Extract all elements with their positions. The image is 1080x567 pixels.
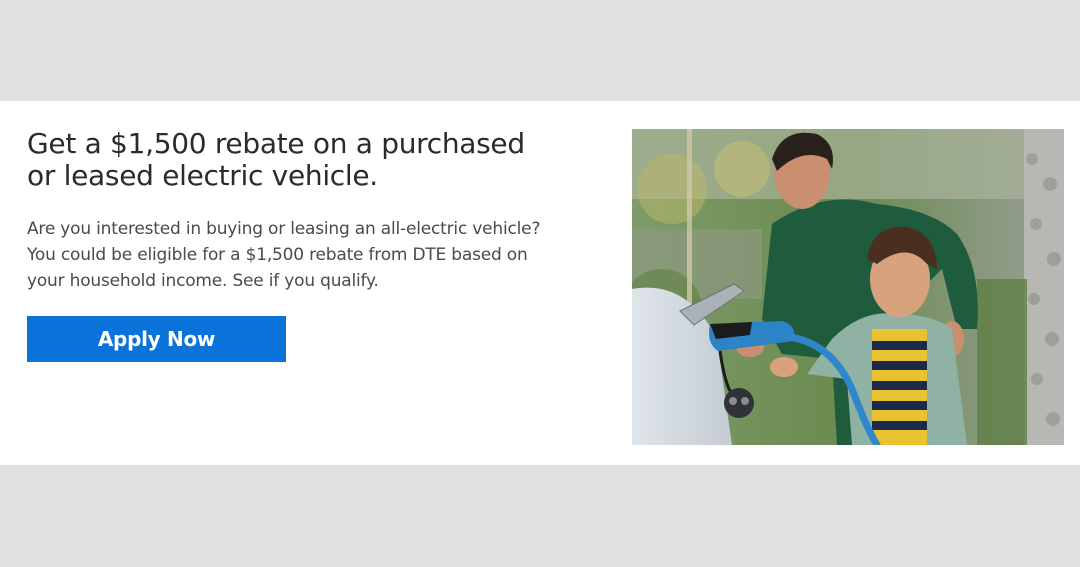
apply-now-button[interactable]: Apply Now [27,316,286,362]
ev-charging-photo [632,129,1064,445]
promo-headline: Get a $1,500 rebate on a purchased or le… [27,127,525,192]
promo-description: Are you interested in buying or leasing … [27,219,541,291]
